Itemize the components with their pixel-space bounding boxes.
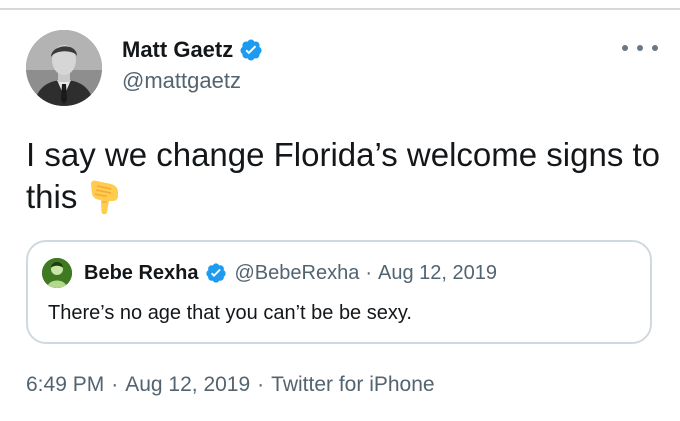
more-dot-icon bbox=[637, 45, 643, 51]
quoted-tweet-card[interactable]: Bebe Rexha @BebeRexha · Aug 12, 2019 The… bbox=[26, 240, 652, 344]
quoted-author-handle: @BebeRexha bbox=[234, 261, 360, 284]
quoted-separator: · bbox=[365, 261, 372, 284]
tweet-date[interactable]: Aug 12, 2019 bbox=[125, 373, 250, 396]
meta-separator: · bbox=[257, 373, 265, 396]
quoted-author-name: Bebe Rexha bbox=[84, 261, 199, 284]
author-name[interactable]: Matt Gaetz bbox=[122, 37, 233, 63]
author-handle[interactable]: @mattgaetz bbox=[122, 68, 241, 94]
tweet-time[interactable]: 6:49 PM bbox=[26, 373, 104, 396]
verified-badge-icon bbox=[205, 263, 226, 283]
author-name-row: Matt Gaetz bbox=[122, 36, 263, 64]
tweet-source[interactable]: Twitter for iPhone bbox=[271, 373, 434, 396]
author-avatar[interactable] bbox=[26, 30, 102, 106]
more-options-button[interactable] bbox=[622, 38, 658, 58]
top-divider bbox=[0, 8, 680, 10]
backhand-index-pointing-down-icon bbox=[91, 180, 119, 215]
more-dot-icon bbox=[622, 45, 628, 51]
quoted-tweet-text: There’s no age that you can’t be be sexy… bbox=[48, 302, 412, 324]
meta-separator: · bbox=[111, 373, 119, 396]
tweet-meta: 6:49 PM · Aug 12, 2019 · Twitter for iPhone bbox=[26, 373, 435, 397]
quoted-tweet-date: Aug 12, 2019 bbox=[378, 261, 497, 284]
tweet-text: I say we change Florida’s welcome signs … bbox=[26, 134, 666, 218]
quoted-author-avatar-image bbox=[42, 258, 72, 288]
quoted-tweet-header: Bebe Rexha @BebeRexha · Aug 12, 2019 bbox=[42, 258, 497, 288]
verified-badge-icon bbox=[240, 39, 262, 61]
author-avatar-image bbox=[26, 30, 102, 106]
more-dot-icon bbox=[652, 45, 658, 51]
quoted-author-avatar bbox=[42, 258, 72, 288]
